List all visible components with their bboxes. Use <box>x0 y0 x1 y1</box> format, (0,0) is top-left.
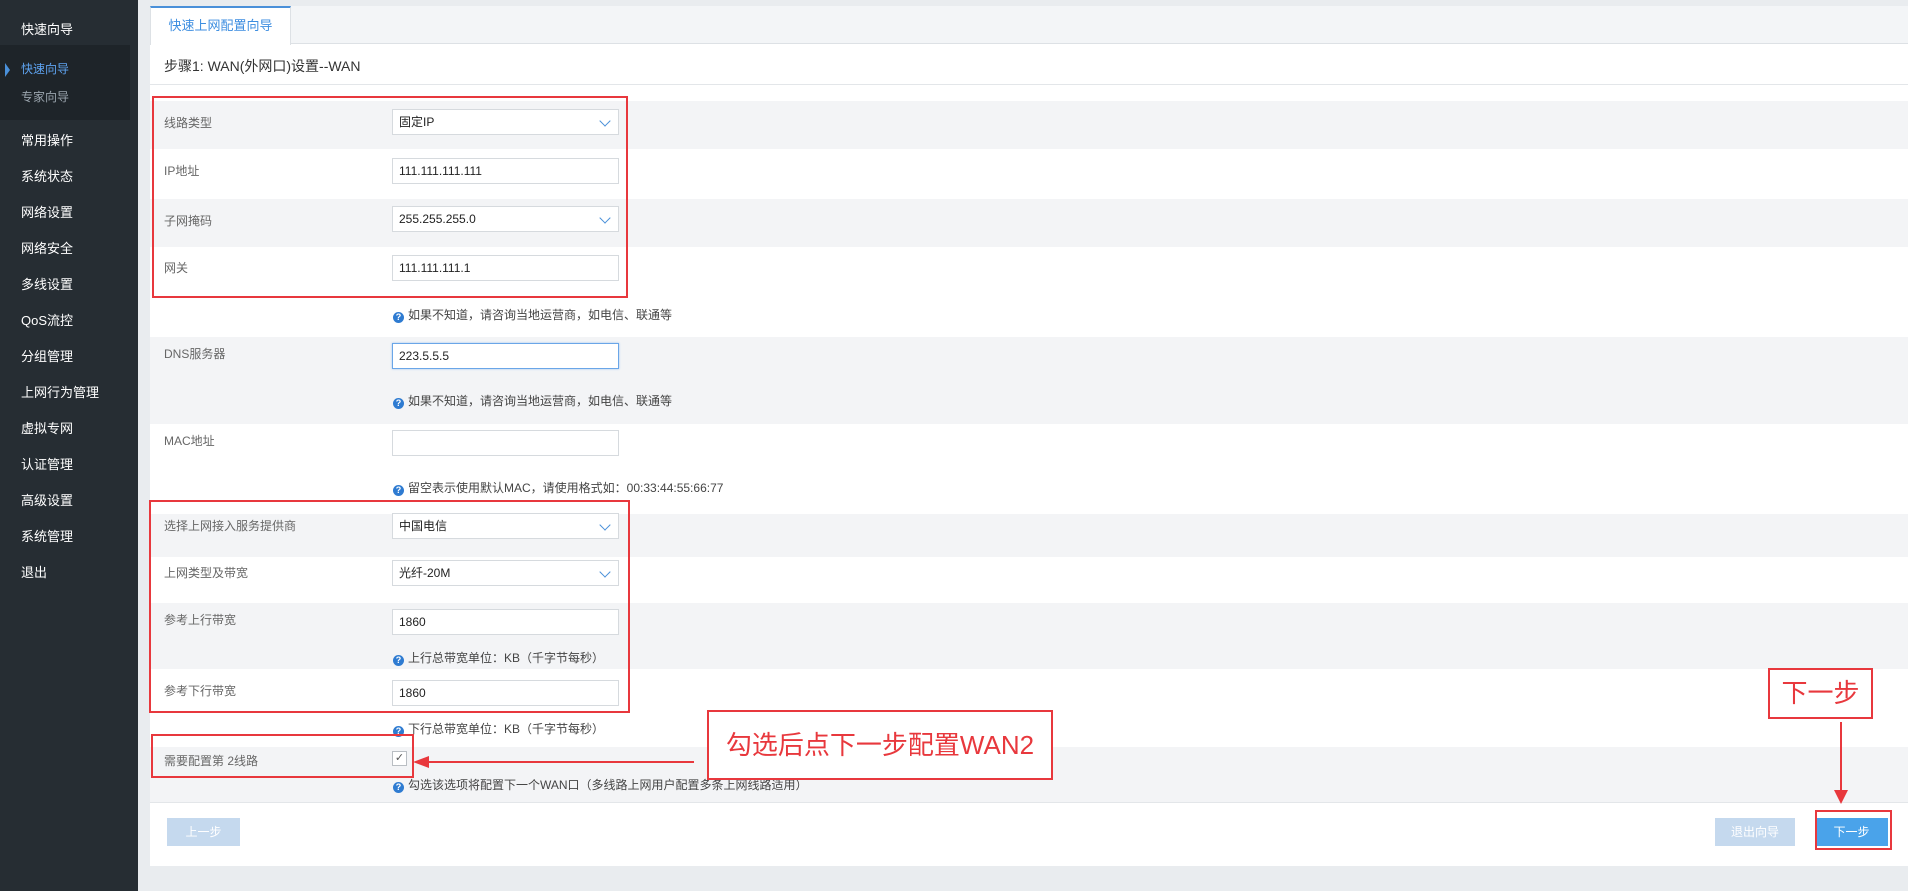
sidebar-submenu: 快速向导 专家向导 <box>0 45 130 120</box>
highlight-box-second-line <box>151 734 414 778</box>
sidebar-item-qos[interactable]: QoS流控 <box>21 310 73 329</box>
sidebar-item-auth[interactable]: 认证管理 <box>21 454 73 473</box>
footer-divider <box>150 802 1908 803</box>
callout-next: 下一步 <box>1768 668 1873 719</box>
tab-bar: 快速上网配置向导 <box>150 6 1908 45</box>
dns-label: DNS服务器 <box>164 347 226 361</box>
help-icon: ? <box>393 312 404 323</box>
help-icon: ? <box>393 782 404 793</box>
sidebar: 快速向导 快速向导 专家向导 常用操作 系统状态 网络设置 网络安全 多线设置 … <box>0 0 138 891</box>
mac-hint-text: 留空表示使用默认MAC，请使用格式如：00:33:44:55:66:77 <box>408 481 724 495</box>
sidebar-item-advanced[interactable]: 高级设置 <box>21 490 73 509</box>
dns-hint: ? 如果不知道，请咨询当地运营商，如电信、联通等 <box>393 392 672 409</box>
sidebar-item-multiline[interactable]: 多线设置 <box>21 274 73 293</box>
active-marker-icon <box>5 63 10 77</box>
highlight-box-wan-settings <box>152 96 628 298</box>
mac-hint: ? 留空表示使用默认MAC，请使用格式如：00:33:44:55:66:77 <box>393 479 723 496</box>
sidebar-item-common-ops[interactable]: 常用操作 <box>21 130 73 149</box>
help-icon: ? <box>393 485 404 496</box>
tab-quick-wizard[interactable]: 快速上网配置向导 <box>150 6 291 45</box>
prev-button[interactable]: 上一步 <box>167 818 240 846</box>
gateway-hint-text: 如果不知道，请咨询当地运营商，如电信、联通等 <box>408 308 673 322</box>
sidebar-item-system-status[interactable]: 系统状态 <box>21 166 73 185</box>
help-icon: ? <box>393 398 404 409</box>
arrow-down-icon <box>1834 790 1848 804</box>
sidebar-item-vpn[interactable]: 虚拟专网 <box>21 418 73 437</box>
highlight-box-isp-bandwidth <box>149 500 630 713</box>
dns-hint-text: 如果不知道，请咨询当地运营商，如电信、联通等 <box>408 394 673 408</box>
sidebar-item-logout[interactable]: 退出 <box>21 562 47 581</box>
sidebar-item-system-admin[interactable]: 系统管理 <box>21 526 73 545</box>
step-title: 步骤1: WAN(外网口)设置--WAN <box>164 58 361 74</box>
sidebar-subitem-expert-wizard[interactable]: 专家向导 <box>21 88 69 105</box>
arrow-left-icon <box>413 756 429 768</box>
callout-check-then-next: 勾选后点下一步配置WAN2 <box>707 710 1053 780</box>
sidebar-item-quick-wizard[interactable]: 快速向导 <box>21 19 73 38</box>
gateway-hint: ? 如果不知道，请咨询当地运营商，如电信、联通等 <box>393 306 672 323</box>
mac-label: MAC地址 <box>164 434 215 448</box>
exit-wizard-button[interactable]: 退出向导 <box>1715 818 1795 846</box>
second-line-hint-text: 勾选该选项将配置下一个WAN口（多线路上网用户配置多条上网线路适用） <box>408 778 808 792</box>
dns-input[interactable]: 223.5.5.5 <box>392 343 619 369</box>
divider <box>150 84 1908 85</box>
arrow-line <box>425 761 694 763</box>
mac-input[interactable] <box>392 430 619 456</box>
highlight-box-next-button <box>1815 810 1892 850</box>
sidebar-item-groups[interactable]: 分组管理 <box>21 346 73 365</box>
download-hint-text: 下行总带宽单位：KB（千字节每秒） <box>408 722 605 736</box>
sidebar-subitem-quick-wizard[interactable]: 快速向导 <box>21 60 69 77</box>
arrow-line <box>1840 722 1842 798</box>
sidebar-item-behavior[interactable]: 上网行为管理 <box>21 382 99 401</box>
download-hint: ? 下行总带宽单位：KB（千字节每秒） <box>393 720 604 737</box>
sidebar-item-network-security[interactable]: 网络安全 <box>21 238 73 257</box>
sidebar-item-network-settings[interactable]: 网络设置 <box>21 202 73 221</box>
